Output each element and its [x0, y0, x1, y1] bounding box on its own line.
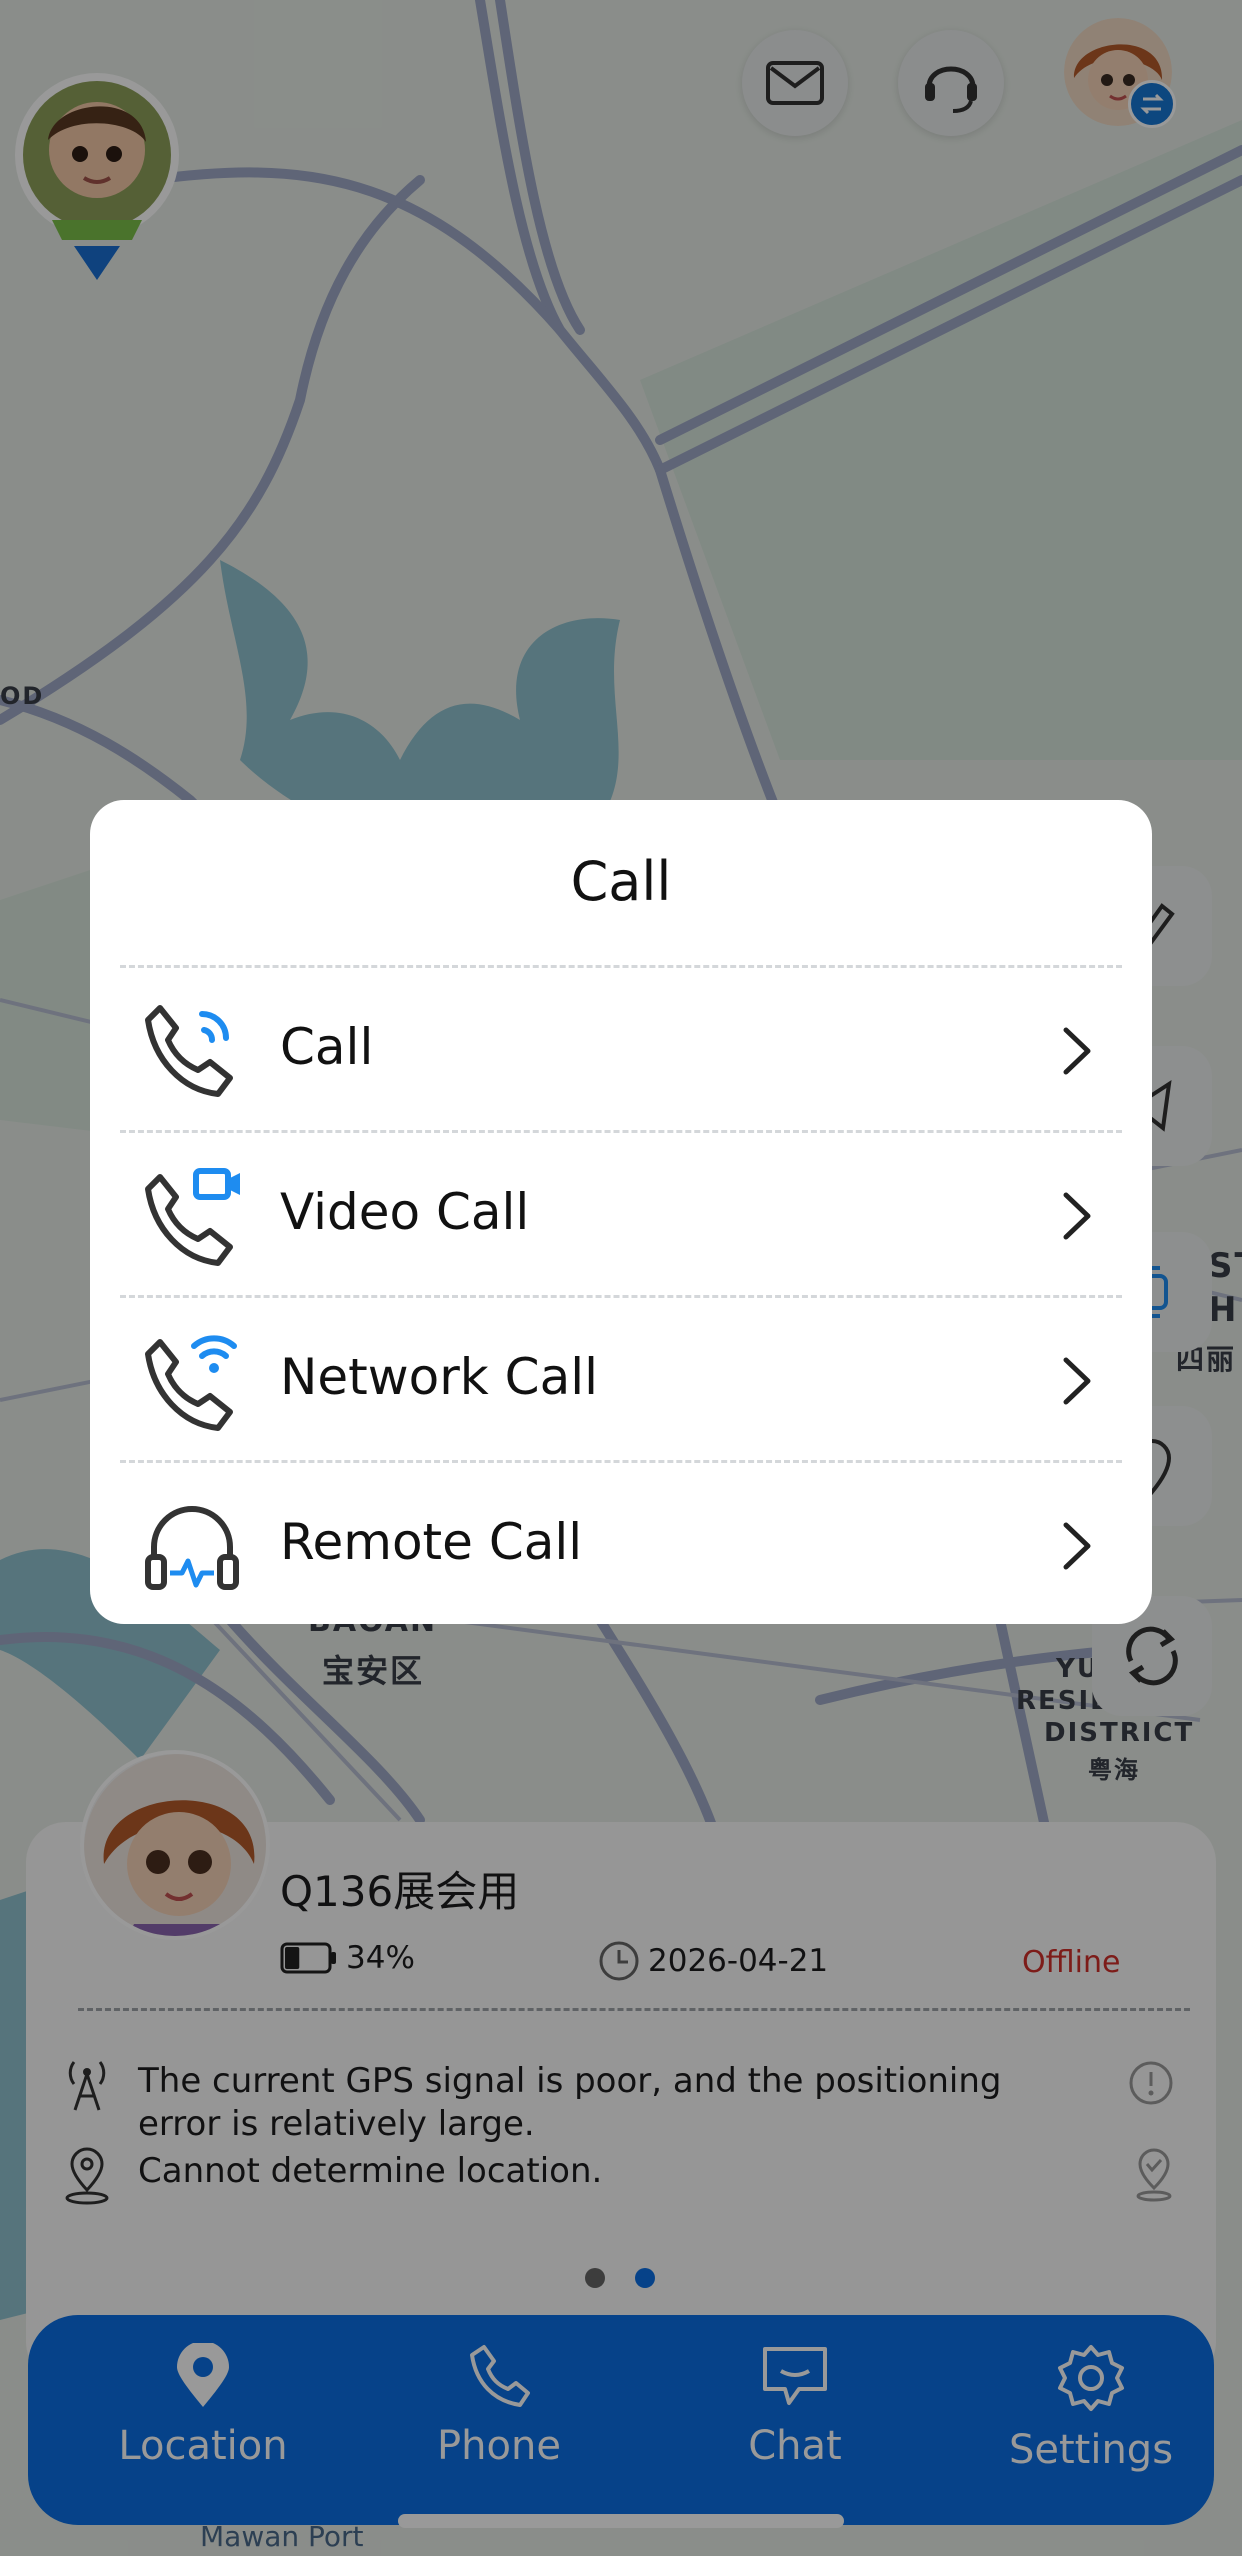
call-option-video-call[interactable]: Video Call — [120, 1130, 1122, 1295]
dialog-title: Call — [570, 850, 672, 913]
chevron-right-icon — [1063, 1522, 1091, 1570]
call-option-label: Video Call — [280, 1183, 530, 1241]
call-options-dialog: Call Call Video Call Network Call Remote… — [90, 800, 1152, 1624]
phone-wifi-icon — [145, 1335, 237, 1431]
call-option-remote-call[interactable]: Remote Call — [120, 1460, 1122, 1625]
chevron-right-icon — [1063, 1357, 1091, 1405]
call-option-label: Network Call — [280, 1348, 598, 1406]
call-option-call[interactable]: Call — [120, 965, 1122, 1130]
headphones-pulse-icon — [145, 1506, 239, 1590]
phone-waves-icon — [145, 1005, 233, 1097]
chevron-right-icon — [1063, 1192, 1091, 1240]
call-option-network-call[interactable]: Network Call — [120, 1295, 1122, 1460]
call-option-label: Call — [280, 1018, 374, 1076]
chevron-right-icon — [1063, 1027, 1091, 1075]
phone-video-icon — [145, 1168, 240, 1266]
call-option-label: Remote Call — [280, 1513, 583, 1571]
